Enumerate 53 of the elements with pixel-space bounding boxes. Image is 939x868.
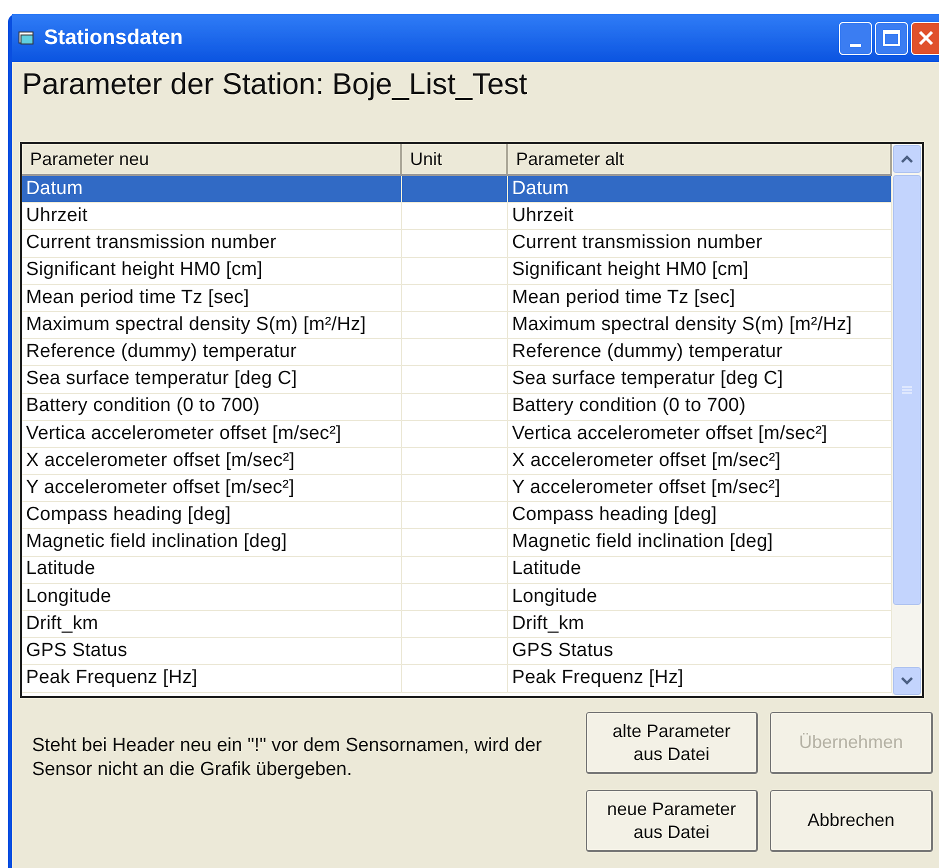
table-cell-text: Mean period time Tz [sec] bbox=[26, 286, 250, 310]
station-heading: Parameter der Station: Boje_List_Test bbox=[22, 67, 528, 103]
table-cell-text: Longitude bbox=[26, 584, 112, 609]
window-icon bbox=[18, 30, 36, 46]
table-cell-text: Maximum spectral density S(m) [m²/Hz] bbox=[512, 312, 852, 337]
maximize-button[interactable] bbox=[875, 22, 908, 54]
table-cell-text: Magnetic field inclination [deg] bbox=[26, 530, 287, 554]
table-cell-text: Battery condition (0 to 700) bbox=[26, 394, 260, 418]
action-button[interactable]: alte Parameter aus Datei bbox=[586, 712, 758, 774]
table-cell-text: Vertica accelerometer offset [m/sec²] bbox=[512, 422, 828, 446]
scroll-down-button[interactable] bbox=[893, 667, 921, 695]
table-cell-text: Datum bbox=[512, 176, 569, 201]
scroll-thumb[interactable] bbox=[893, 175, 921, 605]
table-cell-text: GPS Status bbox=[26, 639, 128, 664]
table-cell-text: Mean period time Tz [sec] bbox=[512, 286, 736, 310]
table-cell-text: Vertica accelerometer offset [m/sec²] bbox=[26, 422, 342, 446]
table-cell-text: Reference (dummy) temperatur bbox=[26, 340, 297, 364]
minimize-button[interactable] bbox=[839, 22, 872, 54]
action-button[interactable]: Abbrechen bbox=[770, 790, 933, 852]
table-cell-text: Significant height HM0 [cm] bbox=[512, 258, 749, 282]
hint-text: Steht bei Header neu ein "!" vor dem Sensornamen, wird der Sensor nicht an die Grafik übergeben. bbox=[32, 734, 543, 782]
table-cell-text: Drift_km bbox=[26, 612, 98, 636]
table-cell-text: Sea surface temperatur [deg C] bbox=[26, 367, 298, 392]
table-cell-text: X accelerometer offset [m/sec²] bbox=[26, 448, 295, 473]
table-cell-text: Y accelerometer offset [m/sec²] bbox=[26, 476, 294, 500]
action-button[interactable]: neue Parameter aus Datei bbox=[586, 790, 758, 852]
table-cell-text: Latitude bbox=[512, 557, 582, 582]
table-cell-text: Latitude bbox=[26, 557, 96, 582]
table-cell-text: Magnetic field inclination [deg] bbox=[512, 530, 773, 554]
table-cell-text: Current transmission number bbox=[512, 231, 762, 256]
table-cell-text: Y accelerometer offset [m/sec²] bbox=[512, 476, 780, 500]
table-cell-text: Longitude bbox=[512, 584, 598, 609]
table-cell-text: X accelerometer offset [m/sec²] bbox=[512, 448, 781, 473]
table-cell-text: Reference (dummy) temperatur bbox=[512, 340, 783, 364]
table-cell-text: Drift_km bbox=[512, 612, 584, 636]
table-cell-text: Peak Frequenz [Hz] bbox=[26, 666, 198, 690]
table-cell-text: Compass heading [deg] bbox=[26, 503, 231, 528]
table-cell-text: Compass heading [deg] bbox=[512, 503, 717, 528]
table-cell-text: Sea surface temperatur [deg C] bbox=[512, 367, 784, 392]
table-cell-text: Uhrzeit bbox=[26, 204, 88, 228]
table-cell-text: GPS Status bbox=[512, 639, 614, 664]
scrollbar[interactable] bbox=[892, 144, 922, 696]
scroll-up-button[interactable] bbox=[893, 145, 921, 173]
table-cell-text: Peak Frequenz [Hz] bbox=[512, 666, 684, 690]
table-cell-text: Datum bbox=[26, 176, 83, 201]
close-icon bbox=[916, 29, 934, 47]
table-cell-text: Maximum spectral density S(m) [m²/Hz] bbox=[26, 312, 366, 337]
table-cell-text: Uhrzeit bbox=[512, 204, 574, 228]
table-cell-text: Significant height HM0 [cm] bbox=[26, 258, 263, 282]
table-cell-text: Current transmission number bbox=[26, 231, 276, 256]
close-button[interactable] bbox=[911, 22, 939, 54]
window-title: Stationsdaten bbox=[44, 25, 183, 52]
table-cell-text: Battery condition (0 to 700) bbox=[512, 394, 746, 418]
